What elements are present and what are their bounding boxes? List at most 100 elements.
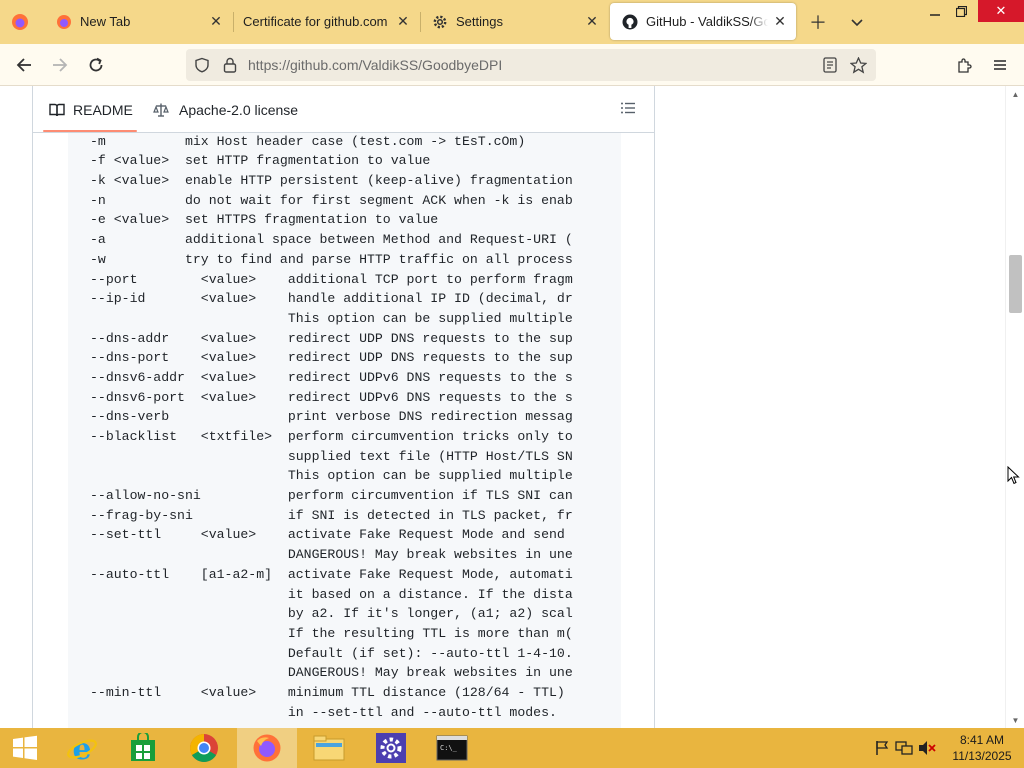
tab-github[interactable]: GitHub - ValdikSS/GoodbyeDPI ✕ (610, 3, 796, 40)
forward-button[interactable] (46, 51, 74, 79)
code-line: Default (if set): --auto-ttl 1-4-10. (90, 645, 573, 661)
file-explorer-icon (313, 735, 345, 761)
clock-time: 8:41 AM (959, 733, 1005, 747)
code-line: --allow-no-sni perform circumvention if … (90, 488, 573, 504)
firefox-icon (56, 14, 72, 30)
code-line: --dns-verb print verbose DNS redirection… (90, 409, 573, 425)
restore-button[interactable] (944, 0, 978, 22)
code-line: --dns-port <value> redirect UDP DNS requ… (90, 350, 573, 366)
code-line: by a2. If it's longer, (a1; a2) scal (90, 606, 573, 622)
code-line: If the resulting TTL is more than m( (90, 625, 573, 641)
page-scrollbar[interactable]: ▲ ▼ (1005, 86, 1024, 728)
readme-panel: -h remove space between host header and … (32, 86, 655, 728)
book-icon (49, 102, 65, 118)
code-line: --auto-ttl [a1-a2-m] activate Fake Reque… (90, 566, 573, 582)
scroll-up-icon[interactable]: ▲ (1008, 88, 1023, 100)
taskbar-firefox[interactable] (237, 728, 297, 768)
code-line: it based on a distance. If the dista (90, 586, 573, 602)
chevron-down-icon (851, 19, 863, 27)
bookmark-star-icon[interactable] (844, 51, 872, 79)
url-text: https://github.com/ValdikSS/GoodbyeDPI (248, 57, 503, 73)
taskbar-file-explorer[interactable] (299, 728, 359, 768)
code-line: supplied text file (HTTP Host/TLS SN (90, 448, 573, 464)
navigation-toolbar: https://github.com/ValdikSS/GoodbyeDPI (0, 44, 1024, 86)
gear-icon (432, 14, 448, 30)
code-line: DANGEROUS! May break websites in une (90, 547, 573, 563)
tab-title: GitHub - ValdikSS/GoodbyeDPI (646, 14, 768, 29)
speaker-muted-icon[interactable] (916, 740, 938, 756)
taskbar-store[interactable] (113, 728, 173, 768)
store-icon (131, 733, 155, 761)
code-line: --port <value> additional TCP port to pe… (90, 271, 573, 287)
code-line: -n do not wait for first segment ACK whe… (90, 192, 573, 208)
firefox-menu-icon[interactable] (0, 0, 40, 44)
close-tab-icon[interactable]: ✕ (204, 10, 228, 34)
tab-title: Settings (456, 14, 503, 29)
active-tab-indicator (43, 130, 137, 132)
readme-tab[interactable]: README (49, 86, 133, 133)
code-line: -a additional space between Method and R… (90, 232, 573, 248)
network-icon[interactable] (892, 740, 916, 756)
scroll-down-icon[interactable]: ▼ (1008, 714, 1023, 726)
code-line: --min-ttl <value> minimum TTL distance (… (90, 684, 573, 700)
clock[interactable]: 8:41 AM 11/13/2025 (944, 732, 1020, 764)
system-tray (872, 728, 938, 768)
page-content: -h remove space between host header and … (0, 86, 1024, 728)
start-button[interactable] (0, 728, 50, 768)
close-tab-icon[interactable]: ✕ (768, 10, 792, 34)
list-all-tabs-button[interactable] (843, 8, 871, 36)
shield-icon[interactable] (188, 51, 216, 79)
taskbar-internet-explorer[interactable]: e (52, 728, 112, 768)
scrollbar-thumb[interactable] (1009, 255, 1022, 313)
code-line: -e <value> set HTTPS fragmentation to va… (90, 212, 439, 228)
close-tab-icon[interactable]: ✕ (580, 10, 604, 34)
app-menu-button[interactable] (986, 51, 1014, 79)
flag-icon[interactable] (872, 740, 892, 756)
close-tab-icon[interactable]: ✕ (391, 10, 415, 34)
internet-explorer-icon: e (67, 732, 97, 764)
firefox-icon (253, 734, 281, 762)
back-button[interactable] (10, 51, 38, 79)
taskbar-command-prompt[interactable]: C:\_ (422, 728, 482, 768)
reload-button[interactable] (82, 51, 110, 79)
url-bar[interactable]: https://github.com/ValdikSS/GoodbyeDPI (186, 49, 876, 81)
readme-tab-label: README (73, 101, 133, 118)
code-line: --dns-addr <value> redirect UDP DNS requ… (90, 330, 573, 346)
reload-icon (89, 57, 103, 72)
settings-icon (376, 733, 406, 763)
arrow-right-icon (53, 58, 68, 72)
hamburger-icon (994, 60, 1006, 70)
tab-certificate[interactable]: Certificate for github.com ✕ (231, 3, 419, 40)
tab-strip: New Tab ✕ Certificate for github.com ✕ S… (0, 0, 1024, 44)
new-tab-button[interactable]: ＋ (804, 8, 832, 36)
tab-settings[interactable]: Settings ✕ (420, 3, 608, 40)
code-block: -h remove space between host header and … (68, 124, 621, 728)
tab-new-tab[interactable]: New Tab ✕ (44, 3, 232, 40)
tab-title: New Tab (80, 14, 131, 29)
scale-icon (153, 102, 169, 118)
code-line: --frag-by-sni if SNI is detected in TLS … (90, 507, 573, 523)
taskbar-settings[interactable] (361, 728, 421, 768)
taskbar-chrome[interactable] (174, 728, 234, 768)
cmd-icon: C:\_ (436, 735, 468, 761)
lock-icon[interactable] (216, 51, 244, 79)
readme-header: README Apache-2.0 license (33, 86, 654, 133)
clock-date: 11/13/2025 (952, 749, 1012, 763)
close-window-button[interactable]: ✕ (978, 0, 1024, 22)
svg-text:e: e (72, 732, 91, 764)
license-tab-label: Apache-2.0 license (179, 101, 299, 118)
reader-view-icon[interactable] (816, 51, 844, 79)
taskbar: e C:\_ 8:41 AM 11/13/2025 (0, 728, 1024, 768)
code-line: --dnsv6-port <value> redirect UDPv6 DNS … (90, 389, 573, 405)
chrome-icon (190, 734, 218, 762)
code-line: -f <value> set HTTP fragmentation to val… (90, 153, 431, 169)
outline-list-icon[interactable] (620, 100, 638, 118)
puzzle-icon (957, 57, 972, 73)
tab-title: Certificate for github.com (243, 14, 388, 29)
arrow-left-icon (16, 58, 31, 72)
extensions-button[interactable] (950, 51, 978, 79)
license-tab[interactable]: Apache-2.0 license (153, 86, 298, 133)
code-line: --blacklist <txtfile> perform circumvent… (90, 429, 573, 444)
github-icon (622, 14, 638, 30)
code-line: DANGEROUS! May break websites in une (90, 665, 573, 681)
